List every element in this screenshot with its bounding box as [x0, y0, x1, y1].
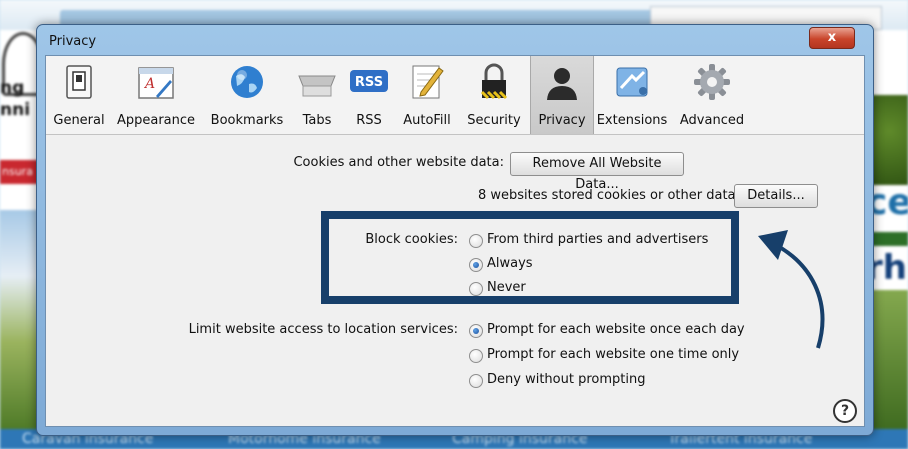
- cookies-label: Cookies and other website data:: [293, 155, 504, 170]
- toolbar-extensions[interactable]: Extensions: [594, 60, 670, 132]
- autofill-pencil-icon: [412, 65, 444, 99]
- highlight-box: [321, 211, 739, 304]
- toolbar-general[interactable]: General: [50, 60, 108, 132]
- toolbar-bookmarks-label: Bookmarks: [210, 113, 284, 128]
- appearance-font-icon: A: [138, 67, 174, 99]
- toolbar-extensions-label: Extensions: [596, 113, 668, 128]
- tabs-icon: [298, 75, 336, 97]
- background-left-text-1: ng: [0, 78, 25, 98]
- radio-label: Prompt for each website once each day: [487, 322, 745, 337]
- details-button[interactable]: Details...: [734, 184, 818, 208]
- location-services-label: Limit website access to location service…: [188, 322, 458, 337]
- toolbar-bookmarks[interactable]: Bookmarks: [206, 60, 288, 132]
- general-switch-icon: [66, 65, 92, 99]
- toolbar-tabs-label: Tabs: [302, 113, 332, 128]
- background-left-text-2: nni: [0, 100, 31, 120]
- radio-button[interactable]: [469, 324, 483, 338]
- annotation-arrow-icon: [758, 230, 825, 349]
- toolbar-appearance-label: Appearance: [116, 113, 196, 128]
- radio-button[interactable]: [469, 374, 483, 388]
- toolbar-autofill-label: AutoFill: [403, 113, 451, 128]
- help-icon: ?: [840, 403, 850, 419]
- bookmarks-globe-icon: [231, 66, 263, 98]
- extensions-puzzle-icon: [616, 67, 648, 97]
- background-left-photo: [0, 210, 40, 430]
- remove-all-website-data-button[interactable]: Remove All Website Data...: [510, 152, 684, 192]
- toolbar-rss[interactable]: RSS RSS: [346, 60, 392, 132]
- toolbar-autofill[interactable]: AutoFill: [396, 60, 458, 132]
- window-title: Privacy: [49, 34, 97, 49]
- radio-button[interactable]: [469, 349, 483, 363]
- rss-icon-text: RSS: [355, 75, 383, 90]
- svg-text:A: A: [143, 76, 155, 92]
- security-lock-icon: [480, 63, 508, 100]
- toolbar-privacy-label: Privacy: [538, 113, 586, 128]
- preferences-toolbar: General A Appearance Bookmarks Tabs RSS …: [46, 56, 864, 135]
- advanced-gear-icon: [694, 64, 730, 100]
- toolbar-rss-label: RSS: [356, 113, 382, 128]
- toolbar-appearance[interactable]: A Appearance: [110, 60, 202, 132]
- close-button[interactable]: x: [809, 27, 855, 49]
- toolbar-general-label: General: [53, 113, 105, 128]
- toolbar-advanced[interactable]: Advanced: [672, 60, 752, 132]
- toolbar-privacy[interactable]: Privacy: [530, 56, 594, 134]
- close-icon: x: [827, 30, 837, 45]
- help-button[interactable]: ?: [833, 399, 857, 423]
- privacy-person-icon: [547, 68, 577, 100]
- rss-icon: RSS: [350, 70, 388, 92]
- toolbar-security-label: Security: [467, 113, 521, 128]
- toolbar-advanced-label: Advanced: [679, 113, 745, 128]
- stored-cookies-text: 8 websites stored cookies or other data: [478, 188, 736, 203]
- toolbar-security[interactable]: Security: [460, 60, 528, 132]
- radio-label: Prompt for each website one time only: [487, 347, 740, 362]
- radio-label: Deny without prompting: [487, 372, 646, 387]
- toolbar-tabs[interactable]: Tabs: [292, 60, 342, 132]
